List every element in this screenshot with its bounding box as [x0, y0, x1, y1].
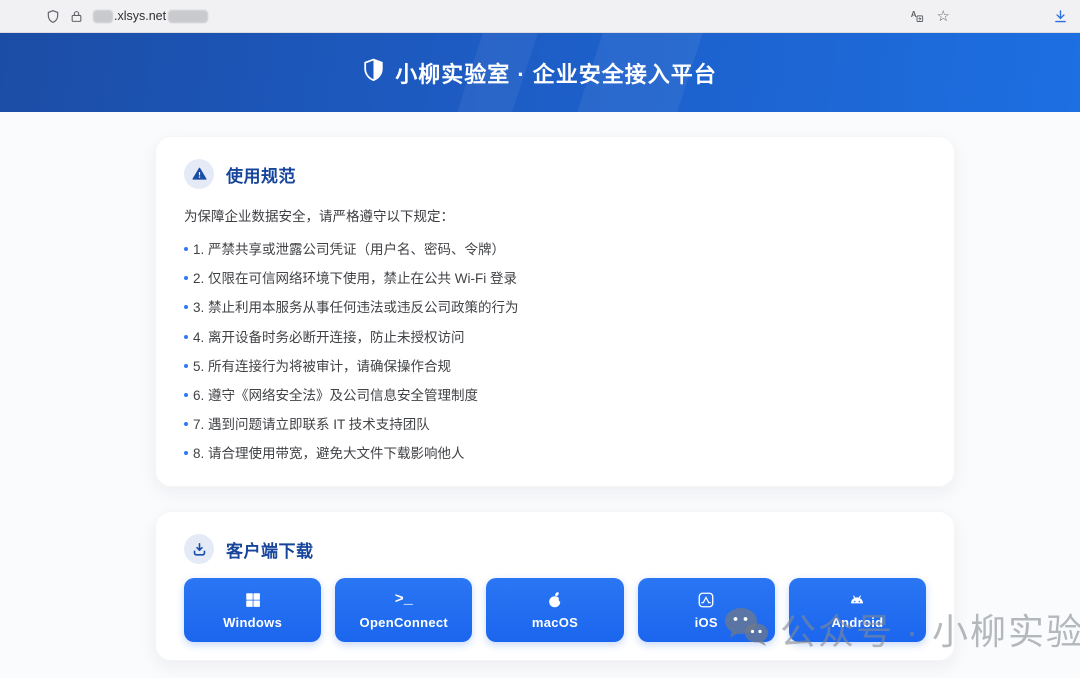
usage-rule: 3. 禁止利用本服务从事任何违法或违反公司政策的行为	[184, 293, 926, 322]
tracking-shield-icon[interactable]	[46, 9, 60, 24]
apple-logo-icon	[546, 590, 565, 610]
usage-rule: 1. 严禁共享或泄露公司凭证（用户名、密码、令牌）	[184, 235, 926, 264]
bullet-dot	[184, 305, 188, 309]
app-header: 小柳实验室 · 企业安全接入平台	[0, 33, 1080, 112]
usage-rule: 6. 遵守《网络安全法》及公司信息安全管理制度	[184, 381, 926, 410]
downloads-icon[interactable]	[1053, 0, 1068, 33]
download-tray-icon	[184, 534, 214, 564]
usage-rule: 8. 请合理使用带宽，避免大文件下载影响他人	[184, 439, 926, 468]
terminal-icon: >_	[395, 590, 413, 610]
url-field[interactable]: .xlsys.net	[93, 9, 208, 23]
bookmark-star-icon[interactable]: ☆	[937, 9, 950, 24]
download-buttons-row: Windows >_ OpenConnect macOS	[184, 578, 926, 642]
usage-rule: 7. 遇到问题请立即联系 IT 技术支持团队	[184, 410, 926, 439]
download-card-title: 客户端下载	[226, 537, 314, 562]
bullet-dot	[184, 393, 188, 397]
android-robot-icon	[847, 590, 867, 610]
client-download-card: 客户端下载 Windows >_ OpenConnect	[155, 511, 955, 661]
download-openconnect-button[interactable]: >_ OpenConnect	[335, 578, 472, 642]
browser-toolbar: .xlsys.net A ☆	[0, 0, 1080, 33]
usage-rule: 4. 离开设备时务必断开连接，防止未授权访问	[184, 323, 926, 352]
page-title: 小柳实验室 · 企业安全接入平台	[395, 57, 717, 89]
translate-icon[interactable]: A	[909, 9, 925, 24]
redacted-subdomain	[93, 10, 113, 23]
svg-text:A: A	[910, 10, 916, 19]
usage-intro: 为保障企业数据安全，请严格遵守以下规定：	[184, 205, 926, 225]
bullet-dot	[184, 451, 188, 455]
redacted-path	[168, 10, 208, 23]
warning-triangle-icon	[184, 159, 214, 189]
bullet-dot	[184, 276, 188, 280]
download-macos-button[interactable]: macOS	[486, 578, 623, 642]
download-windows-button[interactable]: Windows	[184, 578, 321, 642]
app-store-icon	[697, 590, 715, 610]
usage-card-title: 使用规范	[226, 162, 296, 187]
download-ios-button[interactable]: iOS	[638, 578, 775, 642]
bullet-dot	[184, 335, 188, 339]
usage-rules-list: 1. 严禁共享或泄露公司凭证（用户名、密码、令牌） 2. 仅限在可信网络环境下使…	[184, 235, 926, 469]
usage-rules-card: 使用规范 为保障企业数据安全，请严格遵守以下规定： 1. 严禁共享或泄露公司凭证…	[155, 136, 955, 487]
main-content: 使用规范 为保障企业数据安全，请严格遵守以下规定： 1. 严禁共享或泄露公司凭证…	[0, 136, 1080, 661]
lock-icon[interactable]	[70, 9, 83, 24]
shield-half-icon	[363, 58, 384, 88]
bullet-dot	[184, 422, 188, 426]
usage-rule: 2. 仅限在可信网络环境下使用，禁止在公共 Wi-Fi 登录	[184, 264, 926, 293]
bullet-dot	[184, 247, 188, 251]
download-android-button[interactable]: Android	[789, 578, 926, 642]
bullet-dot	[184, 364, 188, 368]
windows-logo-icon	[244, 590, 262, 610]
url-text: .xlsys.net	[114, 9, 166, 23]
usage-rule: 5. 所有连接行为将被审计，请确保操作合规	[184, 352, 926, 381]
